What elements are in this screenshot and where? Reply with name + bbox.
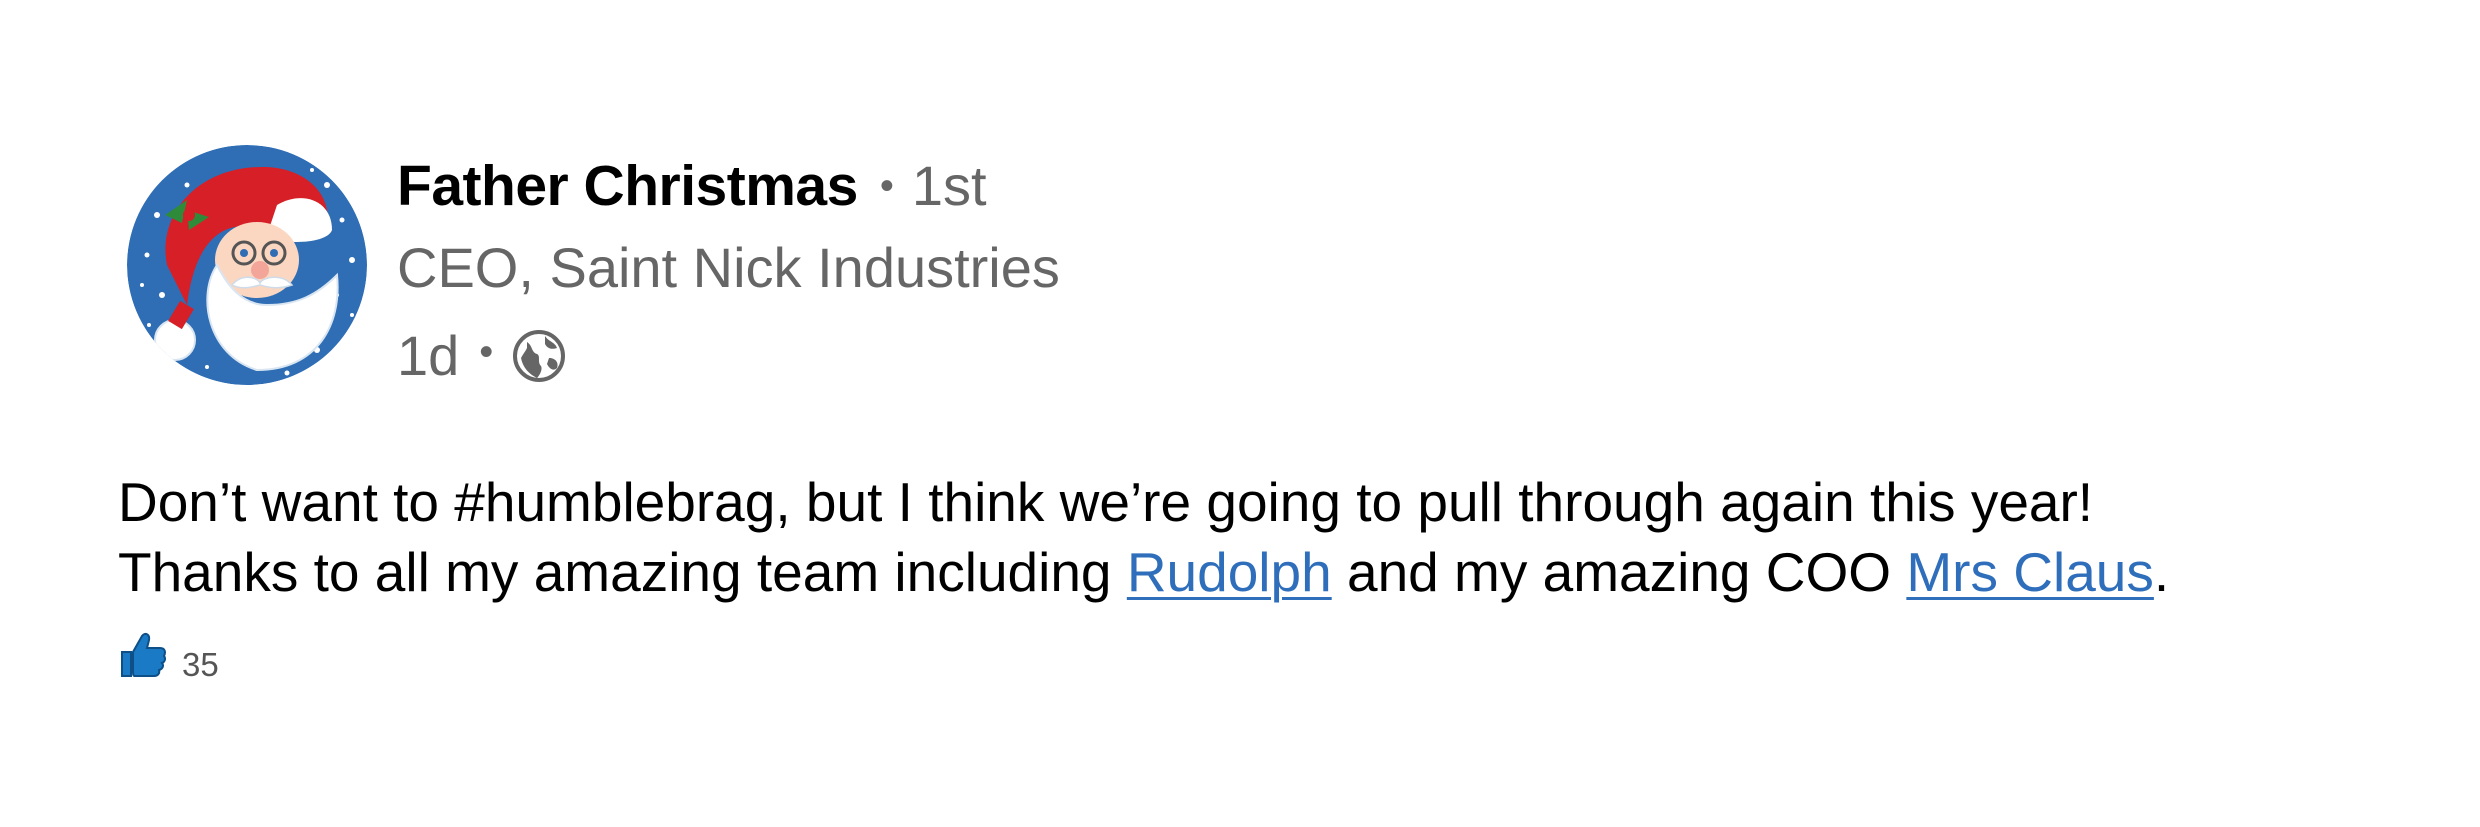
thumbs-up-icon [118,630,168,680]
mention-link-rudolph[interactable]: Rudolph [1127,541,1332,603]
post-body-text: Thanks to all my amazing team including [118,541,1127,603]
feed-post: Father Christmas • 1st CEO, Saint Nick I… [0,0,2480,827]
post-body-text: . [2153,541,2170,603]
santa-avatar-icon[interactable] [127,145,367,385]
like-count: 35 [182,646,219,683]
post-meta: 1d • [397,314,1060,398]
post-body: Don’t want to #humblebrag, but I think w… [118,467,2418,607]
post-timestamp: 1d [397,324,460,387]
connection-degree: 1st [911,154,987,217]
globe-icon [511,328,567,384]
post-body-text: and my amazing COO [1331,541,1907,603]
post-body-line-1: Don’t want to #humblebrag, but I think w… [118,471,2094,533]
meta-separator: • [479,329,494,374]
connection-separator: • [879,164,894,208]
author-line: Father Christmas • 1st [397,150,1060,222]
author-name[interactable]: Father Christmas [397,150,858,222]
author-headline: CEO, Saint Nick Industries [397,236,1060,299]
mention-link-mrs-claus[interactable]: Mrs Claus [1906,541,2154,603]
reactions-summary[interactable]: 35 [118,630,219,683]
post-body-line-2: Thanks to all my amazing team including … [118,537,2418,607]
post-header: Father Christmas • 1st CEO, Saint Nick I… [397,150,1060,398]
